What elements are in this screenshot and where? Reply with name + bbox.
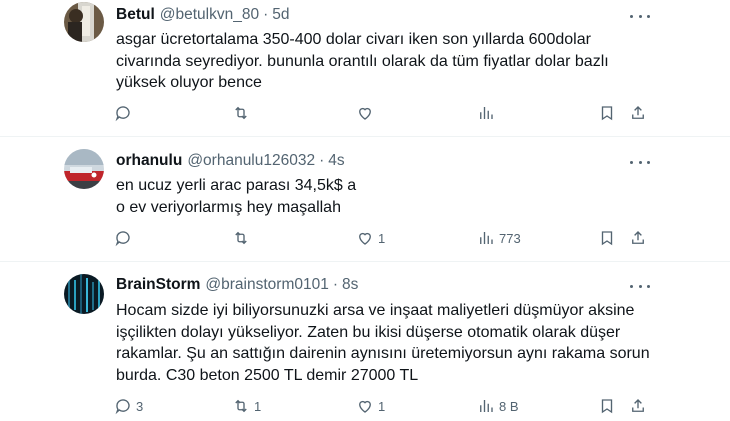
more-icon[interactable] bbox=[630, 279, 650, 293]
tweet-brainstorm[interactable]: BrainStorm @brainstorm0101 · 8s Hocam si… bbox=[0, 262, 730, 420]
reply-icon bbox=[115, 106, 130, 122]
bookmark-button[interactable] bbox=[598, 229, 616, 247]
tweet-text-line: işçilikten dolayı yükseliyor. Zaten bu i… bbox=[116, 323, 621, 341]
share-button[interactable] bbox=[629, 229, 647, 247]
views-icon bbox=[480, 400, 493, 412]
reply-icon bbox=[115, 399, 130, 415]
author-handle[interactable]: @betulkvn_80 bbox=[160, 6, 259, 24]
bookmark-button[interactable] bbox=[598, 104, 616, 122]
tweet-header: Betul @betulkvn_80 · 5d bbox=[116, 6, 290, 24]
author-handle[interactable]: @orhanulu126032 bbox=[187, 152, 315, 170]
tweet-text-line: o ev veriyorlarmış hey maşallah bbox=[116, 198, 341, 216]
views-button[interactable]: 8 B bbox=[477, 397, 519, 415]
action-bar: 1 773 bbox=[0, 229, 730, 253]
share-icon bbox=[632, 399, 644, 412]
separator-dot: · bbox=[332, 276, 339, 293]
like-icon bbox=[359, 107, 371, 120]
repost-icon bbox=[235, 106, 247, 120]
repost-button[interactable] bbox=[232, 229, 254, 247]
timestamp[interactable]: 5d bbox=[272, 6, 289, 24]
share-button[interactable] bbox=[629, 397, 647, 415]
share-icon bbox=[632, 231, 644, 244]
timestamp[interactable]: 4s bbox=[328, 152, 344, 170]
tweet-text: asgar ücretortalama 350-400 dolar civarı… bbox=[116, 29, 636, 94]
tweet-text: Hocam sizde iyi biliyorsunuzki arsa ve i… bbox=[116, 300, 650, 386]
views-icon bbox=[480, 107, 493, 119]
action-bar: 3 1 1 8 B bbox=[0, 397, 730, 421]
repost-count: 1 bbox=[254, 398, 262, 414]
tweet-text-line: en ucuz yerli arac parası 34,5k$ a bbox=[116, 177, 357, 194]
bookmark-icon bbox=[601, 399, 613, 414]
views-button[interactable] bbox=[477, 104, 499, 122]
bookmark-icon bbox=[601, 231, 613, 246]
separator-dot: · bbox=[263, 6, 269, 23]
like-button[interactable]: 1 bbox=[356, 229, 385, 247]
timestamp[interactable]: 8s bbox=[342, 276, 358, 294]
tweet-header: orhanulu @orhanulu126032 · 4s bbox=[116, 152, 345, 170]
avatar[interactable] bbox=[64, 274, 104, 314]
bookmark-icon bbox=[601, 106, 613, 121]
tweet-text-line: rakamlar. Şu an sattığın dairenin aynısı… bbox=[116, 345, 650, 362]
like-icon bbox=[359, 400, 371, 413]
author-name[interactable]: BrainStorm bbox=[116, 276, 200, 294]
separator-dot: · bbox=[319, 152, 325, 169]
more-icon[interactable] bbox=[630, 9, 650, 23]
repost-button[interactable]: 1 bbox=[232, 397, 261, 415]
tweet-betul[interactable]: Betul @betulkvn_80 · 5d asgar ücretortal… bbox=[0, 0, 730, 135]
tweet-text-line: asgar ücretortalama 350-400 dolar civarı… bbox=[116, 31, 591, 48]
reply-icon bbox=[115, 231, 130, 247]
share-button[interactable] bbox=[629, 104, 647, 122]
views-count: 8 B bbox=[499, 398, 519, 414]
reply-button[interactable] bbox=[114, 229, 136, 247]
tweet-header: BrainStorm @brainstorm0101 · 8s bbox=[116, 276, 358, 294]
like-icon bbox=[359, 232, 371, 245]
avatar[interactable] bbox=[64, 149, 104, 189]
repost-button[interactable] bbox=[232, 104, 254, 122]
views-icon bbox=[480, 232, 493, 244]
repost-icon bbox=[235, 399, 247, 413]
reply-button[interactable] bbox=[114, 104, 136, 122]
repost-icon bbox=[235, 231, 247, 245]
like-button[interactable] bbox=[356, 104, 378, 122]
views-count: 773 bbox=[499, 230, 521, 246]
like-count: 1 bbox=[378, 230, 386, 246]
reply-button[interactable]: 3 bbox=[114, 397, 143, 415]
avatar[interactable] bbox=[64, 2, 104, 42]
reply-count: 3 bbox=[136, 398, 144, 414]
views-button[interactable]: 773 bbox=[477, 229, 521, 247]
author-handle[interactable]: @brainstorm0101 bbox=[205, 276, 328, 294]
author-name[interactable]: orhanulu bbox=[116, 152, 182, 170]
tweet-text-line: civarında seyrediyor. bununla orantılı o… bbox=[116, 52, 609, 70]
share-icon bbox=[632, 106, 644, 119]
like-count: 1 bbox=[378, 398, 386, 414]
like-button[interactable]: 1 bbox=[356, 397, 385, 415]
action-bar bbox=[0, 104, 730, 128]
tweet-orhanulu[interactable]: orhanulu @orhanulu126032 · 4s en ucuz ye… bbox=[0, 137, 730, 257]
tweet-text-line: yüksek oluyor bence bbox=[116, 74, 262, 91]
tweet-text-line: burda. C30 beton 2500 TL demir 27000 TL bbox=[116, 366, 419, 384]
bookmark-button[interactable] bbox=[598, 397, 616, 415]
tweet-text: en ucuz yerli arac parası 34,5k$ a o ev … bbox=[116, 175, 636, 218]
author-name[interactable]: Betul bbox=[116, 6, 155, 24]
more-icon[interactable] bbox=[630, 155, 650, 169]
tweet-text-line: Hocam sizde iyi biliyorsunuzki arsa ve i… bbox=[116, 302, 635, 319]
